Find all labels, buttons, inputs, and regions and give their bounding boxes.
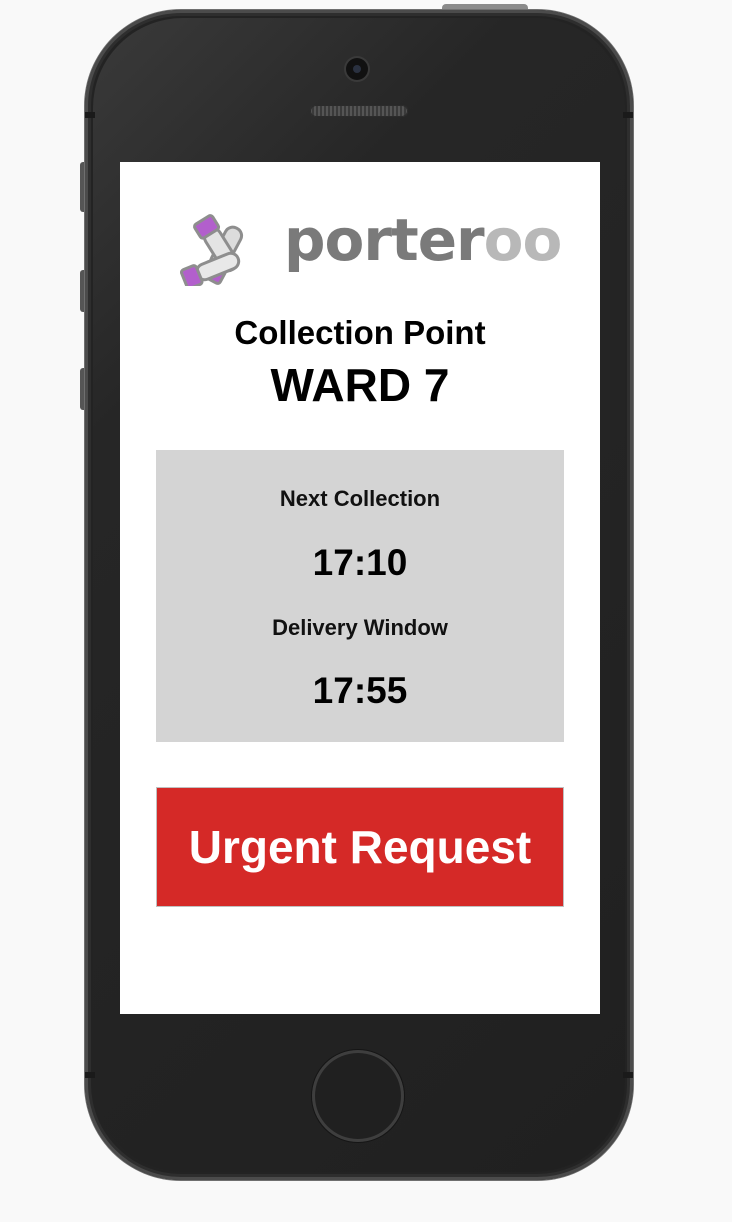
logo-wordmark-part2: oo	[483, 206, 563, 274]
stage: porteroo Collection Point WARD 7 Next Co…	[0, 0, 732, 1222]
logo-wordmark: porteroo	[284, 206, 563, 274]
next-collection-label: Next Collection	[279, 486, 441, 511]
logo-wordmark-part1: porter	[284, 206, 485, 274]
ward-name: WARD 7	[270, 359, 450, 411]
collection-point-heading: Collection Point	[234, 314, 486, 351]
next-collection-time: 17:10	[312, 542, 408, 583]
delivery-window-time: 17:55	[312, 670, 408, 711]
urgent-request-button[interactable]: Urgent Request	[156, 787, 564, 907]
speaker-grille-icon	[310, 105, 408, 117]
home-button-icon[interactable]	[312, 1050, 404, 1142]
app-screen: porteroo Collection Point WARD 7 Next Co…	[120, 162, 600, 1014]
delivery-window-label: Delivery Window	[272, 615, 448, 640]
porteroo-logo: porteroo	[180, 206, 562, 286]
schedule-panel: Next Collection 17:10 Delivery Window 17…	[156, 450, 564, 742]
sample-tubes-icon	[180, 214, 244, 286]
camera-icon	[346, 58, 368, 80]
